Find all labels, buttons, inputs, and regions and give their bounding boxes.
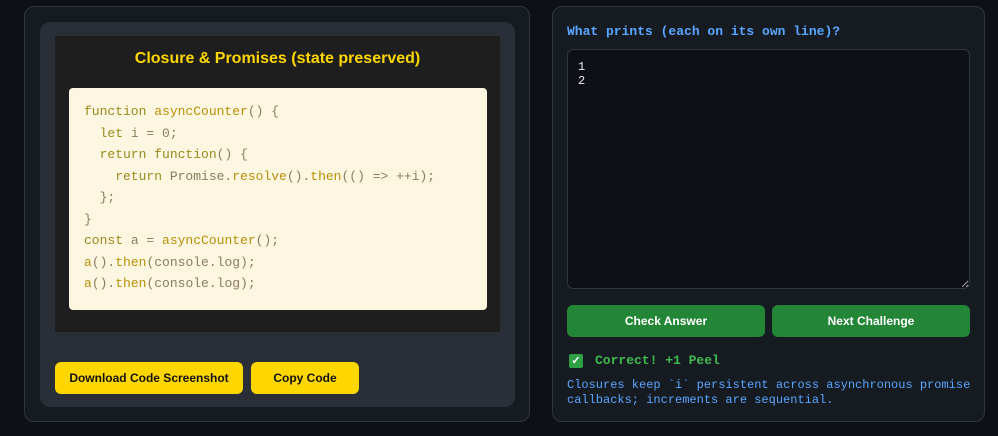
code-line: function asyncCounter() { xyxy=(84,104,280,119)
code-line: }; xyxy=(84,190,116,205)
result-message: ✓ Correct! +1 Peel xyxy=(569,353,720,368)
code-line: return Promise.resolve().then(() => ++i)… xyxy=(84,168,436,184)
code-line: const a = asyncCounter(); xyxy=(84,233,280,248)
download-code-screenshot-button[interactable]: Download Code Screenshot xyxy=(55,362,243,394)
code-line: let i = 0; xyxy=(84,125,178,141)
next-challenge-button[interactable]: Next Challenge xyxy=(772,305,970,337)
code-panel: Closure & Promises (state preserved) fun… xyxy=(24,6,530,422)
code-line: } xyxy=(84,211,92,227)
question-text: What prints (each on its own line)? xyxy=(567,24,841,39)
check-answer-button[interactable]: Check Answer xyxy=(567,305,765,337)
code-line: a().then(console.log); xyxy=(84,276,256,291)
code-card: Closure & Promises (state preserved) fun… xyxy=(40,22,515,407)
code-block: function asyncCounter() { let i = 0; ret… xyxy=(69,88,487,310)
check-icon: ✓ xyxy=(569,353,583,368)
copy-code-button[interactable]: Copy Code xyxy=(251,362,359,394)
code-line: a().then(console.log); xyxy=(84,254,256,270)
explanation-text: Closures keep `i` persistent across asyn… xyxy=(567,378,971,407)
code-line: return function() { xyxy=(84,147,248,162)
result-text: Correct! +1 Peel xyxy=(595,353,720,368)
answer-input[interactable] xyxy=(567,49,970,289)
challenge-title: Closure & Promises (state preserved) xyxy=(134,50,421,67)
quiz-panel: What prints (each on its own line)? Chec… xyxy=(552,6,985,422)
code-screenshot-frame: Closure & Promises (state preserved) fun… xyxy=(55,36,500,332)
